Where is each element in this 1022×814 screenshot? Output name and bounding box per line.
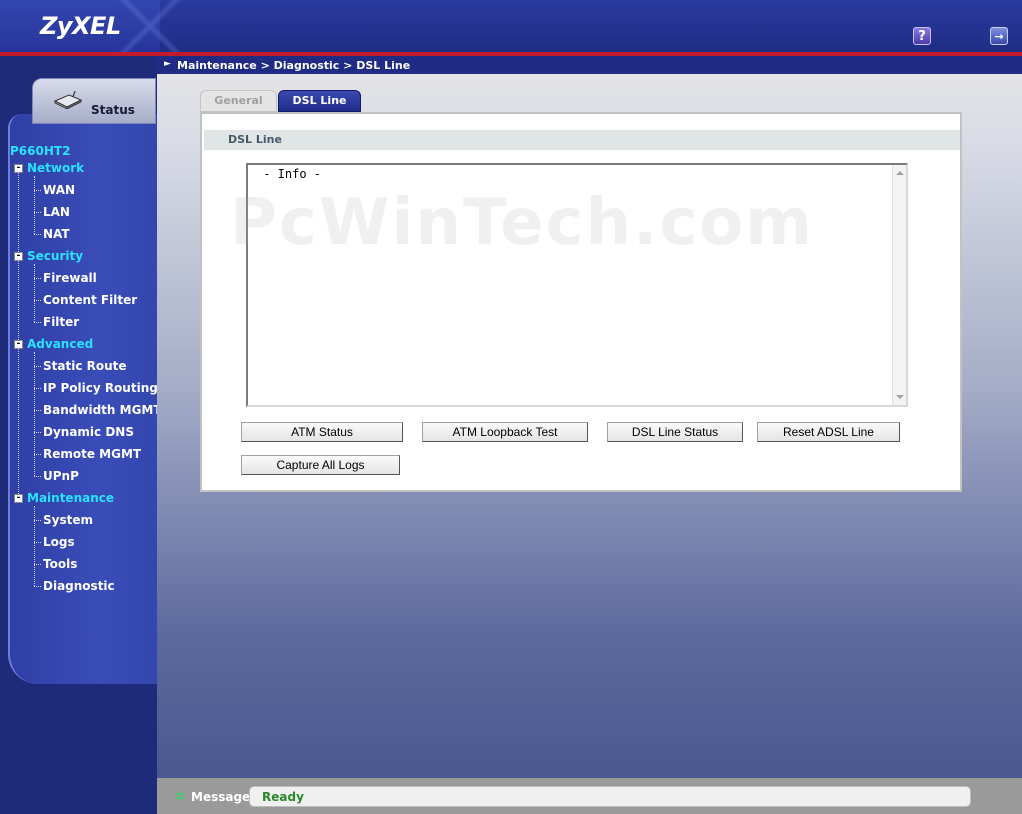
tree-connector: [18, 164, 19, 494]
main-content: ► Maintenance > Diagnostic > DSL Line Ge…: [157, 56, 1022, 778]
tree-branch: [34, 542, 41, 543]
help-icon[interactable]: ?: [913, 27, 931, 45]
tree-connector: [34, 176, 35, 234]
collapse-security-icon[interactable]: -: [14, 252, 23, 261]
panel-title: DSL Line: [228, 133, 282, 146]
tree-branch: [34, 432, 41, 433]
tree-branch: [34, 476, 41, 477]
sidebar-item-bandwidth-mgmt[interactable]: Bandwidth MGMT: [43, 403, 162, 417]
tree-branch: [34, 322, 41, 323]
nav-panel: [8, 114, 157, 684]
atm-loopback-test-button[interactable]: ATM Loopback Test: [422, 422, 588, 442]
tab-dsl-line[interactable]: DSL Line: [278, 90, 361, 112]
status-tab[interactable]: Status: [32, 78, 156, 124]
sidebar-item-nat[interactable]: NAT: [43, 227, 70, 241]
tree-branch: [34, 454, 41, 455]
tree-branch: [34, 212, 41, 213]
sidebar-cat-maintenance[interactable]: Maintenance: [27, 491, 114, 505]
tree-branch: [34, 366, 41, 367]
tree-connector: [34, 352, 35, 476]
header-decoration: [110, 0, 190, 52]
tab-general[interactable]: General: [200, 90, 277, 112]
dsl-line-status-button[interactable]: DSL Line Status: [607, 422, 743, 442]
tree-branch: [34, 190, 41, 191]
tree-branch: [34, 234, 41, 235]
message-icon: [176, 792, 184, 800]
dsl-line-panel: DSL Line - Info - PcWinTech.com ATM Stat…: [200, 112, 962, 492]
message-label: Message: [191, 790, 251, 804]
sidebar: Status P660HT2 - Network WAN LAN NAT - S…: [0, 56, 162, 814]
scrollbar[interactable]: [892, 165, 906, 405]
sidebar-cat-network[interactable]: Network: [27, 161, 84, 175]
status-bar: Message Ready: [157, 778, 1022, 814]
collapse-maintenance-icon[interactable]: -: [14, 494, 23, 503]
sidebar-item-system[interactable]: System: [43, 513, 93, 527]
sidebar-item-diagnostic[interactable]: Diagnostic: [43, 579, 115, 593]
info-textarea[interactable]: - Info -: [246, 163, 908, 407]
collapse-network-icon[interactable]: -: [14, 164, 23, 173]
logout-icon[interactable]: →: [990, 27, 1008, 45]
tree-connector: [34, 506, 35, 586]
sidebar-item-filter[interactable]: Filter: [43, 315, 79, 329]
header: ZyXEL ? →: [0, 0, 1022, 52]
breadcrumb: Maintenance > Diagnostic > DSL Line: [177, 59, 411, 72]
tree-branch: [34, 564, 41, 565]
message-field: Ready: [249, 786, 971, 807]
sidebar-item-content-filter[interactable]: Content Filter: [43, 293, 137, 307]
tree-branch: [34, 410, 41, 411]
breadcrumb-arrow-icon: ►: [164, 59, 171, 69]
capture-all-logs-button[interactable]: Capture All Logs: [241, 455, 400, 475]
breadcrumb-bar: ► Maintenance > Diagnostic > DSL Line: [157, 56, 1022, 74]
tree-connector: [34, 264, 35, 322]
collapse-advanced-icon[interactable]: -: [14, 340, 23, 349]
message-value: Ready: [262, 790, 304, 804]
tree-branch: [34, 278, 41, 279]
sidebar-item-wan[interactable]: WAN: [43, 183, 75, 197]
tree-branch: [34, 586, 41, 587]
atm-status-button[interactable]: ATM Status: [241, 422, 403, 442]
sidebar-item-lan[interactable]: LAN: [43, 205, 70, 219]
sidebar-item-tools[interactable]: Tools: [43, 557, 77, 571]
tree-branch: [34, 300, 41, 301]
zyxel-logo: ZyXEL: [40, 12, 121, 40]
sidebar-item-ip-policy-routing[interactable]: IP Policy Routing: [43, 381, 158, 395]
model-name: P660HT2: [10, 144, 71, 158]
status-tab-label: Status: [91, 103, 135, 117]
sidebar-item-remote-mgmt[interactable]: Remote MGMT: [43, 447, 141, 461]
panel-title-bar: DSL Line: [204, 130, 960, 150]
scroll-up-icon[interactable]: [896, 171, 904, 175]
info-text: - Info -: [256, 167, 322, 181]
tree-branch: [34, 388, 41, 389]
reset-adsl-line-button[interactable]: Reset ADSL Line: [757, 422, 900, 442]
sidebar-item-logs[interactable]: Logs: [43, 535, 75, 549]
sidebar-item-static-route[interactable]: Static Route: [43, 359, 127, 373]
scroll-down-icon[interactable]: [896, 395, 904, 399]
sidebar-cat-security[interactable]: Security: [27, 249, 83, 263]
sidebar-item-upnp[interactable]: UPnP: [43, 469, 79, 483]
sidebar-item-firewall[interactable]: Firewall: [43, 271, 97, 285]
sidebar-item-dynamic-dns[interactable]: Dynamic DNS: [43, 425, 134, 439]
tree-branch: [34, 520, 41, 521]
sidebar-cat-advanced[interactable]: Advanced: [27, 337, 93, 351]
router-icon: [53, 91, 83, 109]
